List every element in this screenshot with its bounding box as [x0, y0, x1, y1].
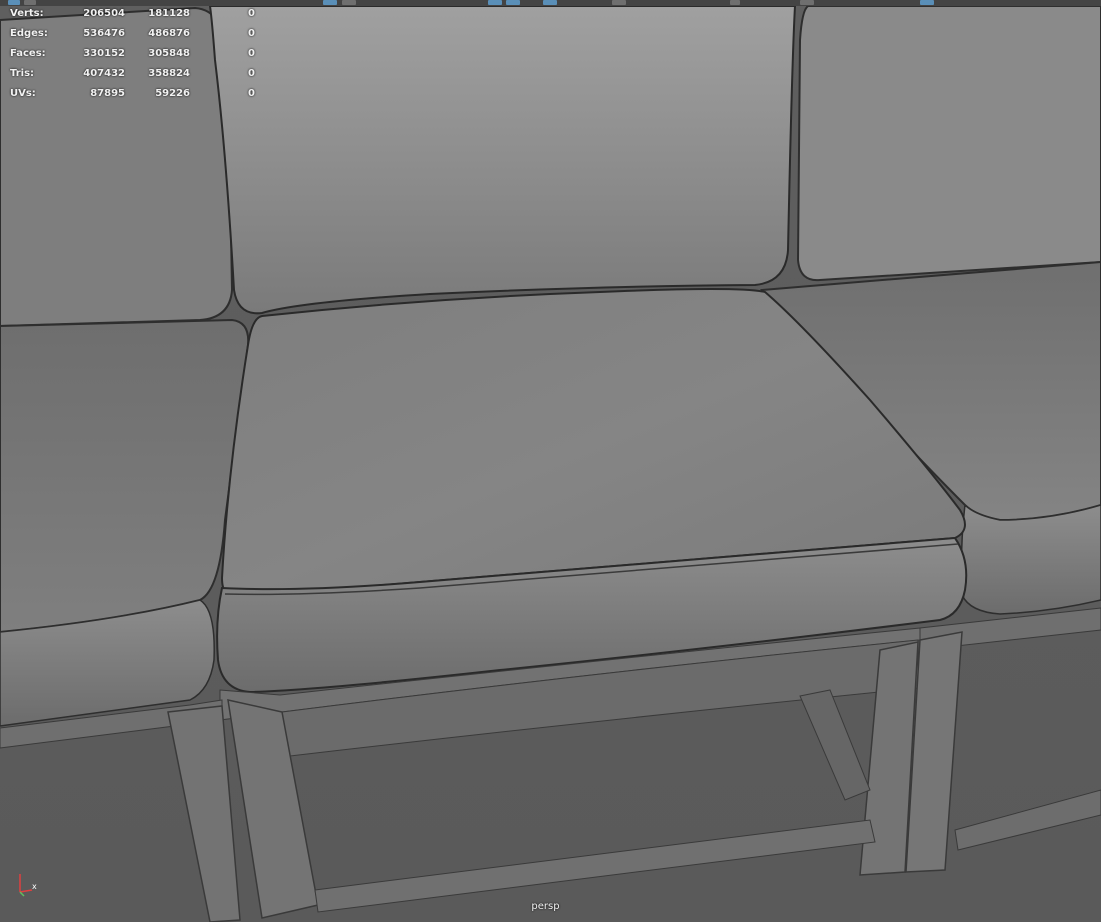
axis-gizmo-icon: x — [19, 874, 37, 897]
hud-value: 0 — [248, 68, 255, 79]
right-back-cushion — [796, 5, 1101, 282]
right-seat-front — [960, 503, 1101, 615]
toolbar-icon[interactable] — [342, 0, 356, 5]
maya-viewport[interactable]: Verts: 206504 181128 0 Edges: 536476 486… — [0, 0, 1101, 922]
axis-x-label: x — [32, 882, 37, 891]
toolbar-icon[interactable] — [488, 0, 502, 5]
hud-value: 206504 — [83, 8, 125, 19]
hud-value: 59226 — [155, 88, 190, 99]
toolbar-icon[interactable] — [800, 0, 814, 5]
toolbar-icon[interactable] — [8, 0, 20, 5]
hud-value: 87895 — [90, 88, 125, 99]
hud-value: 536476 — [83, 28, 125, 39]
hud-label: Tris: — [10, 68, 35, 79]
axis-x-line — [19, 889, 33, 893]
toolbar-icon[interactable] — [323, 0, 337, 5]
sofa-3d-model[interactable] — [0, 0, 1101, 922]
toolbar-icon[interactable] — [920, 0, 934, 5]
toolbar-icon[interactable] — [506, 0, 520, 5]
axis-z-line — [19, 891, 25, 897]
hud-label: Verts: — [10, 8, 44, 19]
toolbar-icon[interactable] — [543, 0, 557, 5]
hud-value: 305848 — [148, 48, 190, 59]
toolbar-icon[interactable] — [24, 0, 36, 5]
toolbar-icon[interactable] — [730, 0, 740, 5]
hud-value: 0 — [248, 28, 255, 39]
hud-label: UVs: — [10, 88, 36, 99]
hud-value: 358824 — [148, 68, 190, 79]
center-back-cushion — [208, 5, 797, 315]
hud-label: Faces: — [10, 48, 46, 59]
hud-value: 0 — [248, 48, 255, 59]
hud-label: Edges: — [10, 28, 48, 39]
hud-value: 407432 — [83, 68, 125, 79]
hud-value: 330152 — [83, 48, 125, 59]
viewport-toolbar — [0, 0, 1101, 6]
hud-value: 0 — [248, 8, 255, 19]
hud-value: 486876 — [148, 28, 190, 39]
camera-name-label: persp — [531, 901, 560, 912]
toolbar-icon[interactable] — [612, 0, 626, 5]
hud-value: 181128 — [148, 8, 190, 19]
left-seat-cushion — [0, 318, 250, 634]
hud-value: 0 — [248, 88, 255, 99]
